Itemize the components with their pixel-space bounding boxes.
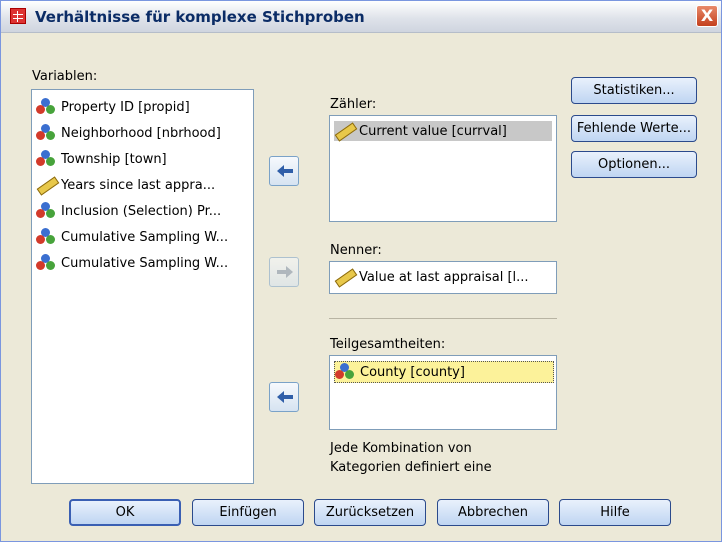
- statistics-button[interactable]: Statistiken...: [571, 77, 697, 104]
- nominal-icon: [36, 228, 56, 246]
- cancel-button[interactable]: Abbrechen: [437, 499, 549, 526]
- ok-button[interactable]: OK: [69, 499, 181, 526]
- move-to-numerator-button[interactable]: [269, 156, 299, 186]
- title-bar[interactable]: Verhältnisse für komplexe Stichproben X: [1, 1, 721, 33]
- denominator-label: Nenner:: [330, 243, 382, 258]
- numerator-label: Zähler:: [330, 97, 377, 112]
- list-item[interactable]: County [county]: [334, 361, 554, 383]
- list-item[interactable]: Property ID [propid]: [36, 97, 190, 117]
- close-button[interactable]: X: [696, 5, 718, 27]
- nominal-icon: [36, 202, 56, 220]
- dialog-window: Verhältnisse für komplexe Stichproben X …: [0, 0, 722, 542]
- window-title: Verhältnisse für komplexe Stichproben: [35, 8, 365, 26]
- subpopulations-note-line1: Jede Kombination von: [330, 441, 472, 456]
- move-to-subpopulations-button[interactable]: [269, 382, 299, 412]
- list-item[interactable]: Cumulative Sampling W...: [36, 253, 228, 273]
- list-item[interactable]: Cumulative Sampling W...: [36, 227, 228, 247]
- list-item[interactable]: Inclusion (Selection) Pr...: [36, 201, 221, 221]
- reset-button[interactable]: Zurücksetzen: [314, 499, 426, 526]
- list-item[interactable]: Current value [currval]: [334, 121, 552, 142]
- variables-list[interactable]: Property ID [propid] Neighborhood [nbrho…: [31, 89, 254, 484]
- list-item[interactable]: Years since last appra...: [36, 175, 216, 196]
- help-button[interactable]: Hilfe: [559, 499, 671, 526]
- nominal-icon: [36, 150, 56, 168]
- options-button[interactable]: Optionen...: [571, 151, 697, 178]
- scale-icon: [334, 268, 358, 288]
- move-to-denominator-button[interactable]: [269, 257, 299, 287]
- separator: [329, 318, 557, 319]
- arrow-right-icon: [277, 266, 293, 278]
- subpopulations-label: Teilgesamtheiten:: [330, 337, 446, 352]
- table-icon: [10, 8, 26, 24]
- list-item-label: Years since last appra...: [61, 177, 216, 193]
- arrow-left-icon: [277, 391, 293, 403]
- list-item-label: Cumulative Sampling W...: [61, 255, 229, 271]
- list-item-label: Cumulative Sampling W...: [61, 229, 229, 245]
- arrow-left-icon: [277, 165, 293, 177]
- list-item[interactable]: Neighborhood [nbrhood]: [36, 123, 221, 143]
- denominator-field[interactable]: Value at last appraisal [l...: [329, 261, 557, 294]
- nominal-icon: [36, 254, 56, 272]
- subpopulations-list[interactable]: County [county]: [329, 355, 557, 430]
- missing-values-button[interactable]: Fehlende Werte...: [571, 115, 697, 142]
- scale-icon: [334, 122, 358, 142]
- list-item[interactable]: Value at last appraisal [l...: [334, 267, 529, 288]
- list-item-label: Township [town]: [61, 151, 167, 167]
- list-item-label: Neighborhood [nbrhood]: [61, 125, 221, 141]
- paste-button[interactable]: Einfügen: [192, 499, 304, 526]
- variables-label: Variablen:: [32, 69, 98, 84]
- list-item-label: Current value [currval]: [359, 123, 507, 139]
- nominal-icon: [36, 98, 56, 116]
- list-item-label: County [county]: [360, 364, 465, 380]
- numerator-list[interactable]: Current value [currval]: [329, 115, 557, 222]
- list-item-label: Inclusion (Selection) Pr...: [61, 203, 222, 219]
- scale-icon: [36, 176, 60, 196]
- list-item-label: Value at last appraisal [l...: [359, 269, 529, 285]
- nominal-icon: [36, 124, 56, 142]
- subpopulations-note-line2: Kategorien definiert eine: [330, 460, 492, 475]
- list-item-label: Property ID [propid]: [61, 99, 190, 115]
- nominal-icon: [335, 363, 355, 381]
- list-item[interactable]: Township [town]: [36, 149, 167, 169]
